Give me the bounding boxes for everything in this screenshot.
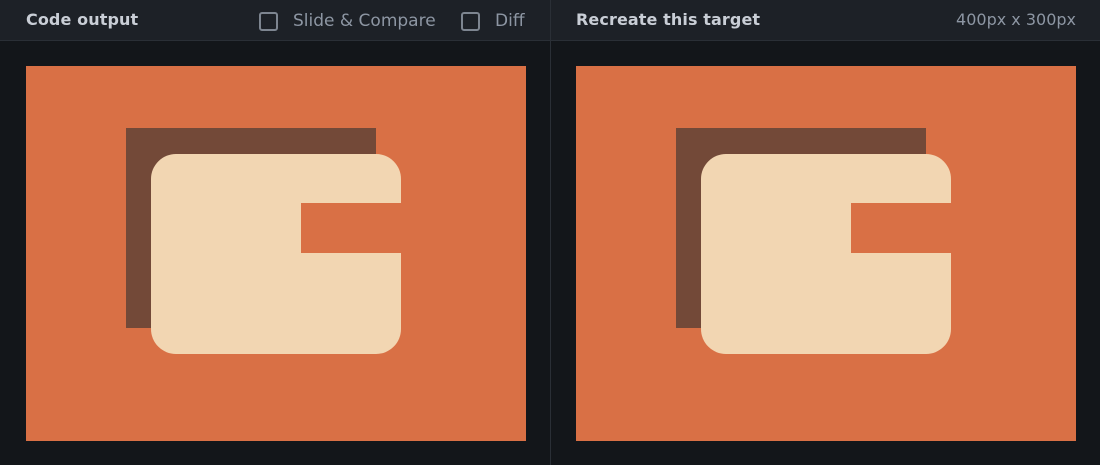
slide-compare-label: Slide & Compare [293,11,436,31]
code-output-header: Code output Slide & Compare Diff [0,0,550,41]
target-front-rounded-shape [701,154,951,354]
target-preview [576,66,1076,441]
output-canvas [26,66,526,441]
slide-compare-checkbox[interactable]: Slide & Compare [259,11,436,31]
target-notch [851,203,951,253]
target-dimensions: 400px x 300px [956,10,1076,29]
target-canvas [576,66,1076,441]
output-notch [301,203,401,253]
diff-checkbox-box[interactable] [461,11,480,31]
target-title: Recreate this target [576,10,761,29]
app-root: Code output Slide & Compare Diff Recreat… [0,0,1100,465]
target-header: Recreate this target 400px x 300px [551,0,1100,41]
target-pane: Recreate this target 400px x 300px [551,0,1100,465]
diff-checkbox[interactable]: Diff [461,11,525,31]
code-output-pane: Code output Slide & Compare Diff [0,0,550,465]
code-output-title: Code output [26,10,139,29]
code-output-preview [26,66,526,441]
slide-compare-checkbox-box[interactable] [259,11,278,31]
diff-label: Diff [495,11,525,31]
output-front-rounded-shape [151,154,401,354]
